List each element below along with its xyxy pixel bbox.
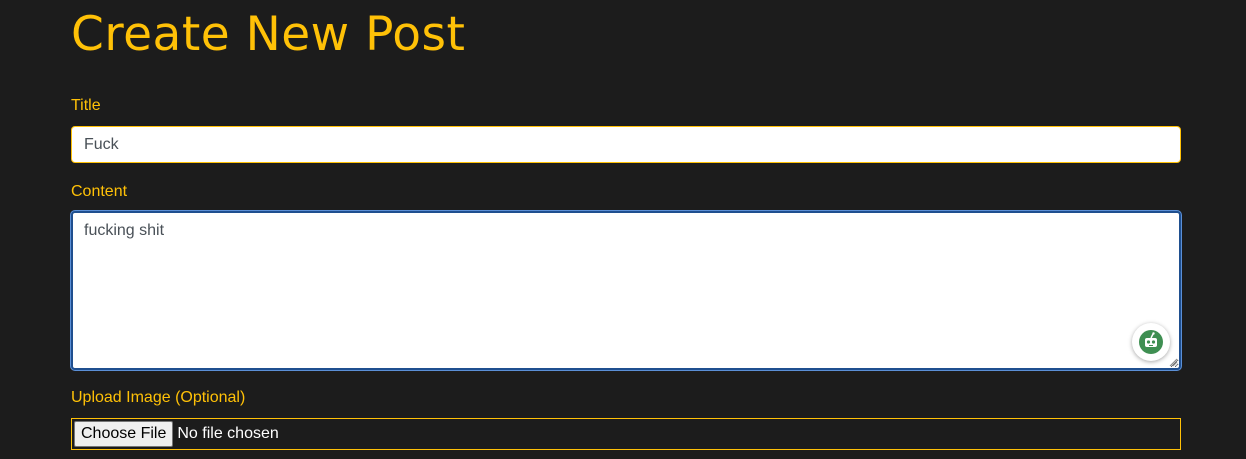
content-label: Content (71, 183, 128, 200)
writing-assistant-button[interactable] (1132, 323, 1170, 361)
title-input[interactable] (71, 126, 1181, 163)
file-status-text: No file chosen (177, 425, 279, 442)
upload-image-label: Upload Image (Optional) (71, 389, 246, 406)
image-file-input[interactable]: Choose File No file chosen (71, 418, 1181, 450)
create-post-page: Create New Post Title Content fucking sh… (0, 0, 1246, 459)
page-title: Create New Post (71, 7, 466, 62)
choose-file-button[interactable]: Choose File (74, 421, 174, 447)
title-label: Title (71, 97, 101, 114)
content-textarea[interactable]: fucking shit (71, 211, 1181, 370)
robot-assistant-icon (1139, 330, 1163, 354)
resize-grip-icon[interactable] (1168, 357, 1178, 367)
